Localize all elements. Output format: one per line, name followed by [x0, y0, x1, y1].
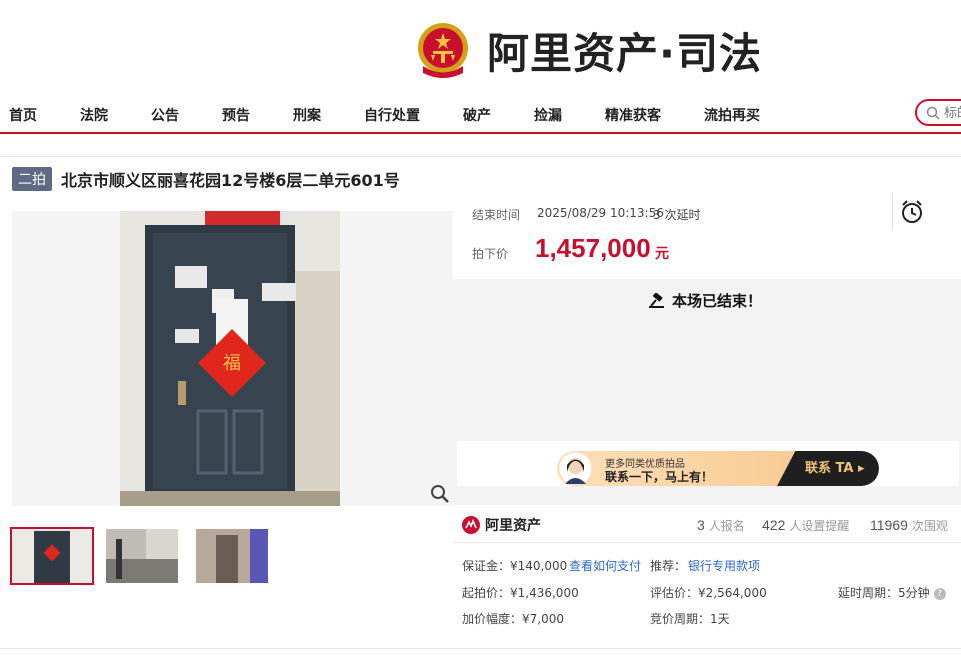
start-price: 起拍价：¥1,436,000 [462, 586, 579, 600]
search-box[interactable] [915, 99, 961, 126]
thumbnail-stairs-image [106, 529, 178, 583]
final-price-label: 拍下价 [472, 247, 509, 261]
view-number: 11969 [870, 517, 908, 533]
svg-text:福: 福 [223, 353, 241, 374]
alarm-clock-icon [902, 200, 922, 223]
bank-loan-link[interactable]: 银行专用款项 [688, 557, 760, 574]
ali-assets-label: 阿里资产 [485, 518, 541, 534]
site-logo[interactable]: 阿里资产·司法 [417, 20, 762, 81]
bid-increment: 加价幅度：¥7,000 [462, 612, 564, 626]
nav-item-court[interactable]: 法院 [80, 105, 108, 125]
signup-number: 3 [697, 517, 705, 533]
nav-item-criminal[interactable]: 刑案 [293, 105, 321, 125]
thumbnail-3[interactable] [196, 529, 276, 583]
main-nav: 首页 法院 公告 预告 刑案 自行处置 破产 捡漏 精准获客 流拍再买 [0, 96, 961, 134]
auction-status-panel: 本场已结束！ 更多同类优质拍品 联系一下，马上有！ 联系 TA ▸ [453, 279, 961, 505]
thumbnail-door-image [12, 529, 92, 583]
reauction-reminder-button[interactable]: 再拍提醒 [892, 193, 961, 229]
recommend-label: 推荐： [650, 559, 687, 573]
item-title-row: 二拍 北京市顺义区丽喜花园12号楼6层二单元601号 [12, 167, 400, 191]
thumbnail-2[interactable] [106, 529, 186, 583]
reminder-number: 422 [762, 517, 786, 533]
how-to-pay-link[interactable]: 查看如何支付 [569, 557, 641, 574]
signup-label: 人报名 [708, 519, 745, 533]
ended-text: 本场已结束！ [672, 292, 763, 310]
thumbnail-hallway-image [196, 529, 268, 583]
site-header: 阿里资产·司法 [0, 0, 961, 95]
nav-item-preview[interactable]: 预告 [222, 105, 250, 125]
main-photo-area[interactable]: 福 [12, 211, 453, 506]
nav-item-notice[interactable]: 公告 [151, 105, 179, 125]
nav-item-bargain[interactable]: 捡漏 [534, 105, 562, 125]
signup-count: 3 人报名 [697, 517, 745, 534]
view-label: 次围观 [911, 519, 948, 533]
divider [0, 156, 961, 157]
bottom-divider [0, 648, 961, 649]
thumbnail-1[interactable] [10, 527, 94, 585]
door-photo: 福 [120, 211, 340, 506]
nav-item-precise-leads[interactable]: 精准获客 [605, 105, 661, 125]
promo-line-2: 联系一下，马上有！ [605, 470, 714, 484]
appraisal-price: 评估价：¥2,564,000 [650, 586, 767, 600]
search-input[interactable] [944, 103, 961, 122]
final-price-value: 1,457,000 [535, 233, 651, 263]
contact-ta-label: 联系 TA [805, 461, 854, 476]
round-badge: 二拍 [12, 167, 52, 191]
reminder-label: 人设置提醒 [789, 519, 850, 533]
help-icon[interactable]: ? [933, 587, 946, 600]
nav-item-rebuy[interactable]: 流拍再买 [704, 105, 760, 125]
auction-ended-status: 本场已结束！ [648, 290, 762, 311]
court-emblem-icon [418, 22, 468, 78]
delay-period: 延时周期：5分钟? [838, 584, 946, 601]
deposit: 保证金：¥140,000 [462, 559, 568, 573]
zoom-icon[interactable] [430, 484, 450, 504]
contact-promo-banner[interactable]: 更多同类优质拍品 联系一下，马上有！ 联系 TA ▸ [557, 451, 879, 486]
end-time-label: 结束时间 [472, 208, 521, 222]
delay-count: 3 次延时 [653, 208, 701, 222]
ali-assets-icon [462, 516, 480, 534]
promo-bar: 更多同类优质拍品 联系一下，马上有！ 联系 TA ▸ [457, 441, 959, 486]
stats-row: 阿里资产 3 人报名 422 人设置提醒 11969 次围观 [453, 505, 961, 543]
delay-period-text: 延时周期：5分钟 [838, 586, 930, 600]
agent-avatar [559, 452, 592, 485]
bid-period: 竞价周期：1天 [650, 612, 730, 626]
price-unit: 元 [655, 246, 669, 262]
nav-item-self-disposal[interactable]: 自行处置 [364, 105, 420, 125]
ali-assets-logo: 阿里资产 [462, 515, 541, 535]
view-count: 11969 次围观 [870, 517, 948, 534]
search-icon [926, 106, 940, 120]
reminder-count: 422 人设置提醒 [762, 517, 849, 534]
brand-name: 阿里资产·司法 [487, 29, 762, 78]
contact-ta-button[interactable]: 联系 TA ▸ [777, 451, 879, 486]
item-title: 北京市顺义区丽喜花园12号楼6层二单元601号 [61, 171, 400, 190]
gavel-icon [649, 292, 664, 308]
end-time-value: 2025/08/29 10:13:56 [537, 206, 664, 220]
nav-item-bankruptcy[interactable]: 破产 [463, 105, 491, 125]
nav-item-home[interactable]: 首页 [9, 105, 37, 125]
